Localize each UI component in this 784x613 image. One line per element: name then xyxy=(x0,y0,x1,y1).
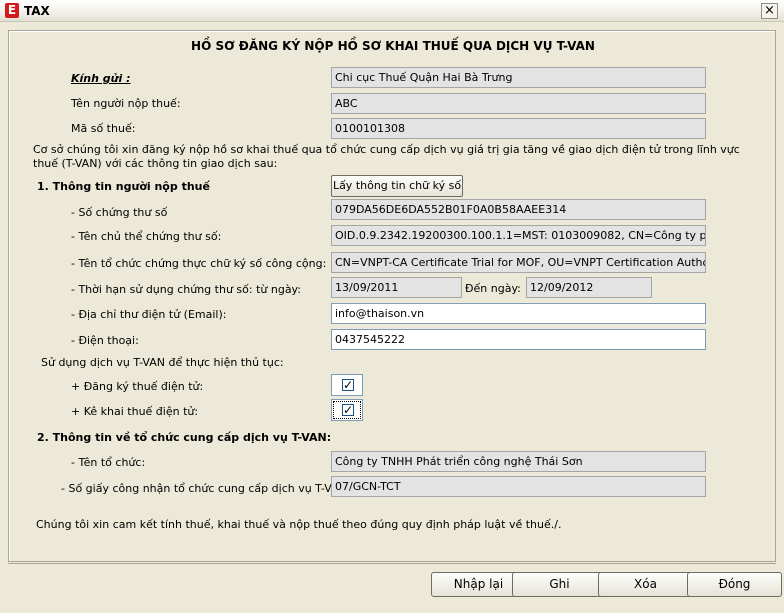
valid-from-label: - Thời hạn sử dụng chứng thư số: từ ngày… xyxy=(71,283,301,296)
get-cert-button[interactable]: Lấy thông tin chữ ký số xyxy=(331,175,463,197)
commitment-text: Chúng tôi xin cam kết tính thuế, khai th… xyxy=(36,518,562,531)
cert-serial-label: - Số chứng thư số xyxy=(71,206,168,219)
license-label: - Số giấy công nhận tổ chức cung cấp dịc… xyxy=(61,482,351,495)
kinh-gui-label: Kính gửi : xyxy=(71,72,131,85)
phone-input[interactable]: 0437545222 xyxy=(331,329,706,350)
org-field[interactable]: Công ty TNHH Phát triển công nghệ Thái S… xyxy=(331,451,706,472)
valid-to-label: Đến ngày: xyxy=(465,282,521,295)
taxpayer-name-label: Tên người nộp thuế: xyxy=(71,97,181,110)
delete-button[interactable]: Xóa xyxy=(598,572,693,597)
kinh-gui-field[interactable]: Chi cục Thuế Quận Hai Bà Trưng xyxy=(331,67,706,88)
form-title: HỒ SƠ ĐĂNG KÝ NỘP HỒ SƠ KHAI THUẾ QUA DỊ… xyxy=(191,39,595,53)
register-label: + Đăng ký thuế điện tử: xyxy=(71,380,204,393)
intro-text: Cơ sở chúng tôi xin đăng ký nộp hồ sơ kh… xyxy=(33,143,740,170)
save-button[interactable]: Ghi xyxy=(512,572,607,597)
window-title: TAX xyxy=(24,4,50,18)
cert-owner-label: - Tên chủ thể chứng thư số: xyxy=(71,230,222,243)
cert-serial-field[interactable]: 079DA56DE6DA552B01F0A0B58AAEE314 xyxy=(331,199,706,220)
usage-label: Sử dụng dịch vụ T-VAN để thực hiện thủ t… xyxy=(41,356,284,369)
tax-code-label: Mã số thuế: xyxy=(71,122,136,135)
phone-label: - Điện thoại: xyxy=(71,334,139,347)
separator xyxy=(8,563,776,564)
valid-to-field[interactable]: 12/09/2012 xyxy=(526,277,652,298)
tax-code-field[interactable]: 0100101308 xyxy=(331,118,706,139)
cert-owner-field[interactable]: OID.0.9.2342.19200300.100.1.1=MST: 01030… xyxy=(331,225,706,246)
email-label: - Địa chỉ thư điện tử (Email): xyxy=(71,308,227,321)
close-button[interactable]: Đóng xyxy=(687,572,782,597)
declare-checkbox[interactable]: ✓ xyxy=(331,399,363,421)
close-window-button[interactable]: × xyxy=(761,3,778,19)
section2-title: 2. Thông tin về tổ chức cung cấp dịch vụ… xyxy=(37,431,332,444)
valid-from-field[interactable]: 13/09/2011 xyxy=(331,277,462,298)
check-icon: ✓ xyxy=(342,403,354,417)
section1-title: 1. Thông tin người nộp thuế xyxy=(37,180,210,193)
check-icon: ✓ xyxy=(342,378,354,392)
license-field[interactable]: 07/GCN-TCT xyxy=(331,476,706,497)
title-bar: E TAX × xyxy=(0,0,784,22)
org-label: - Tên tổ chức: xyxy=(71,456,146,469)
ca-field[interactable]: CN=VNPT-CA Certificate Trial for MOF, OU… xyxy=(331,252,706,273)
taxpayer-name-field[interactable]: ABC xyxy=(331,93,706,114)
register-checkbox[interactable]: ✓ xyxy=(331,374,363,396)
email-input[interactable]: info@thaison.vn xyxy=(331,303,706,324)
declare-label: + Kê khai thuế điện tử: xyxy=(71,405,199,418)
form-panel: HỒ SƠ ĐĂNG KÝ NỘP HỒ SƠ KHAI THUẾ QUA DỊ… xyxy=(8,30,776,562)
app-icon: E xyxy=(5,3,19,18)
ca-label: - Tên tổ chức chứng thực chữ ký số công … xyxy=(71,257,327,270)
